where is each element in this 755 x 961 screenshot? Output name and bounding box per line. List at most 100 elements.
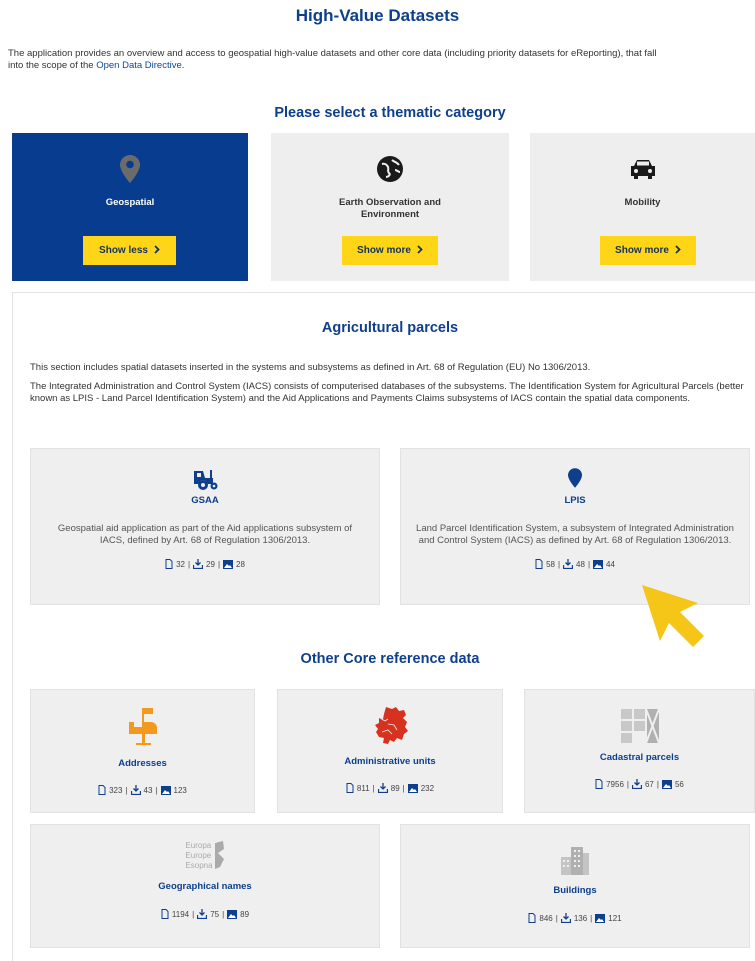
button-label: Show more [357, 245, 411, 256]
map-image-icon [595, 913, 606, 923]
dataset-stats: 32 | 29 | 28 [165, 559, 245, 569]
download-icon [193, 559, 204, 569]
show-more-button[interactable]: Show more [600, 236, 696, 265]
document-icon [595, 779, 603, 789]
dataset-card-cadastral-parcels[interactable]: Cadastral parcels 7956 | 67 | 56 [524, 689, 755, 813]
map-image-icon [593, 559, 604, 569]
maps-count: 28 [236, 559, 245, 569]
dataset-name: Addresses [118, 758, 167, 769]
page-title: High-Value Datasets [295, 6, 460, 25]
dataset-stats: 811 | 89 | 232 [346, 783, 434, 793]
document-icon [165, 559, 173, 569]
dataset-card-addresses[interactable]: Addresses 323 | 43 | 123 [30, 689, 255, 813]
downloads-count: 48 [576, 559, 585, 569]
intro-line-2: into the scope of the Open Data Directiv… [8, 60, 753, 72]
button-label: Show less [99, 245, 148, 256]
show-more-button[interactable]: Show more [342, 236, 438, 265]
map-pin-icon [120, 155, 140, 183]
category-card-earth-observation[interactable]: Earth Observation and Environment Show m… [271, 133, 509, 281]
show-less-button[interactable]: Show less [83, 236, 176, 265]
chevron-right-icon [675, 244, 681, 257]
docs-count: 811 [356, 783, 370, 793]
globe-icon [376, 155, 404, 183]
document-icon [528, 913, 536, 923]
tractor-icon [190, 467, 220, 491]
dataset-name: LPIS [564, 495, 586, 506]
button-label: Show more [615, 245, 669, 256]
dataset-card-geographical-names[interactable]: Europa Europe Esopna Geographical names … [30, 824, 380, 948]
downloads-count: 89 [390, 783, 400, 793]
docs-count: 7956 [606, 779, 624, 789]
download-icon [197, 909, 208, 919]
dataset-stats: 58 | 48 | 44 [535, 559, 615, 569]
docs-count: 58 [546, 559, 555, 569]
car-icon [629, 155, 657, 183]
document-icon [161, 909, 169, 919]
europe-map-icon [368, 704, 412, 748]
downloads-count: 29 [206, 559, 215, 569]
category-heading: Please select a thematic category [274, 105, 506, 121]
download-icon [563, 559, 574, 569]
docs-count: 1194 [171, 909, 190, 919]
downloads-count: 75 [210, 909, 220, 919]
dataset-name: Geographical names [158, 881, 252, 892]
map-pin-icon [568, 467, 582, 489]
dataset-card-administrative-units[interactable]: Administrative units 811 | 89 | 232 [277, 689, 503, 813]
agri-paragraph-1: This section includes spatial datasets i… [30, 362, 591, 373]
dataset-name: Buildings [553, 885, 597, 896]
map-image-icon [227, 909, 238, 919]
map-image-icon [160, 785, 171, 795]
dataset-name: Cadastral parcels [599, 752, 680, 763]
maps-count: 232 [420, 783, 435, 793]
intro-text: The application provides an overview and… [8, 48, 753, 72]
maps-count: 123 [173, 785, 187, 795]
agri-heading: Agricultural parcels [321, 320, 459, 336]
dataset-description: Geospatial aid application as part of th… [57, 523, 353, 546]
dataset-name: GSAA [191, 495, 219, 506]
mailbox-icon [126, 708, 160, 746]
dataset-stats: 323 | 43 | 123 [98, 785, 187, 795]
docs-count: 32 [176, 559, 185, 569]
intro-line-1: The application provides an overview and… [8, 48, 657, 59]
docs-count: 846 [539, 913, 553, 923]
logo-line: Esopna [185, 861, 213, 870]
open-data-directive-link[interactable]: Open Data Directive [96, 60, 182, 71]
intro-line-2-text: into the scope of the [8, 60, 97, 71]
downloads-count: 136 [573, 913, 588, 923]
dataset-card-lpis[interactable]: LPIS Land Parcel Identification System, … [400, 448, 750, 605]
map-image-icon [661, 779, 672, 789]
download-icon [631, 779, 642, 789]
maps-count: 44 [606, 559, 615, 569]
maps-count: 89 [240, 909, 250, 919]
buildings-icon [559, 845, 591, 875]
dataset-name: Administrative units [344, 756, 436, 767]
document-icon [98, 785, 106, 795]
geonames-icon: Europa Europe Esopna [185, 841, 224, 871]
document-icon [346, 783, 354, 793]
dataset-stats: 1194 | 75 | 89 [161, 909, 249, 919]
download-icon [130, 785, 141, 795]
maps-count: 121 [608, 913, 622, 923]
document-icon [535, 559, 543, 569]
category-card-geospatial[interactable]: Geospatial Show less [12, 133, 248, 281]
downloads-count: 67 [644, 779, 654, 789]
dataset-stats: 7956 | 67 | 56 [595, 779, 684, 789]
dataset-card-buildings[interactable]: Buildings 846 | 136 | 121 [400, 824, 750, 948]
logo-line: Europe [185, 851, 212, 860]
dataset-stats: 846 | 136 | 121 [528, 913, 622, 923]
chevron-right-icon [417, 244, 423, 257]
pointer-cursor-icon [640, 583, 708, 656]
category-label: Geospatial [105, 197, 155, 208]
core-heading: Other Core reference data [300, 651, 480, 667]
category-label: Mobility [624, 197, 661, 208]
map-image-icon [407, 783, 418, 793]
category-card-mobility[interactable]: Mobility Show more [530, 133, 755, 281]
download-icon [377, 783, 388, 793]
chevron-right-icon [154, 244, 160, 257]
parcels-icon [620, 708, 660, 744]
map-image-icon [223, 559, 234, 569]
dataset-description: Land Parcel Identification System, a sub… [416, 523, 734, 546]
docs-count: 323 [109, 785, 123, 795]
dataset-card-gsaa[interactable]: GSAA Geospatial aid application as part … [30, 448, 380, 605]
download-icon [560, 913, 571, 923]
